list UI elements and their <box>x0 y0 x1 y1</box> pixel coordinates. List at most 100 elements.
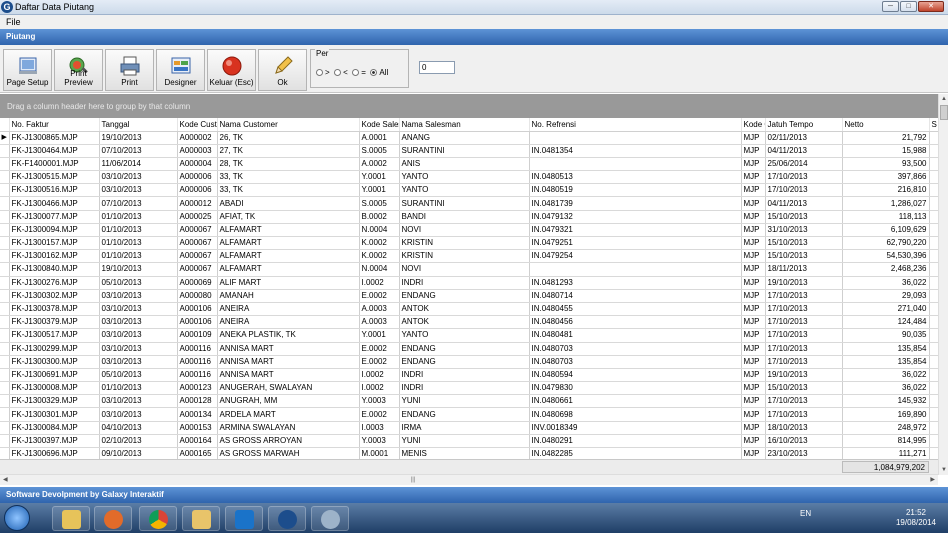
table-cell[interactable]: 05/10/2013 <box>99 368 178 383</box>
table-cell[interactable]: A000080 <box>177 289 218 303</box>
table-cell[interactable]: FK-J1300008.MJP <box>9 381 100 396</box>
tools-taskbar-icon[interactable] <box>311 506 349 531</box>
table-cell[interactable]: MJP <box>741 342 766 356</box>
table-cell[interactable]: A.0002 <box>359 157 400 172</box>
table-cell[interactable] <box>529 131 742 145</box>
table-row[interactable]: FK-J1300157.MJP 01/10/2013 A000067 ALFAMART… <box>0 236 938 251</box>
table-row[interactable]: FK-J1300464.MJP 07/10/2013 A000003 27, TK S.… <box>0 144 938 158</box>
table-cell[interactable]: 33, TK <box>217 170 360 185</box>
table-cell[interactable]: ALFAMART <box>217 249 360 264</box>
table-cell[interactable]: FK-J1300865.MJP <box>9 131 100 145</box>
table-cell[interactable]: ANNISA MART <box>217 355 360 369</box>
table-cell[interactable]: 02/11/2013 <box>765 131 843 145</box>
table-cell[interactable]: FK-J1300084.MJP <box>9 421 100 435</box>
table-row[interactable]: ▶ FK-J1300865.MJP 19/10/2013 A000002 26, TK A… <box>0 131 938 145</box>
menu-file[interactable]: File <box>6 17 21 27</box>
table-cell[interactable]: N.0004 <box>359 223 400 238</box>
table-cell[interactable]: A000006 <box>177 170 218 185</box>
table-cell[interactable]: 17/10/2013 <box>765 170 843 185</box>
table-cell[interactable]: MJP <box>741 381 766 396</box>
table-cell[interactable]: FK-J1300378.MJP <box>9 302 100 317</box>
maximize-button[interactable]: □ <box>900 1 917 12</box>
table-cell[interactable]: 15,988 <box>842 144 930 158</box>
vertical-scroll-thumb[interactable] <box>940 105 948 120</box>
table-cell[interactable]: ANNISA MART <box>217 342 360 356</box>
column-header[interactable]: Nama Customer <box>217 118 360 132</box>
table-cell[interactable]: MJP <box>741 355 766 369</box>
clock[interactable]: 21:52 19/08/2014 <box>896 508 936 528</box>
table-row[interactable]: FK-J1300516.MJP 03/10/2013 A000006 33, TK Y.… <box>0 183 938 198</box>
table-cell[interactable]: A.0003 <box>359 302 400 317</box>
table-cell[interactable]: ENDANG <box>399 289 530 303</box>
table-row[interactable]: FK-J1300077.MJP 01/10/2013 A000025 AFIAT, T… <box>0 210 938 224</box>
explorer-taskbar-icon[interactable] <box>52 506 90 531</box>
language-indicator[interactable]: EN <box>800 509 811 518</box>
table-cell[interactable]: INDRI <box>399 381 530 396</box>
table-cell[interactable]: 216,810 <box>842 183 930 198</box>
table-cell[interactable]: FK-F1400001.MJP <box>9 157 100 172</box>
scroll-down-icon[interactable]: ▼ <box>940 466 948 474</box>
table-cell[interactable]: A000067 <box>177 262 218 277</box>
table-cell[interactable]: A000116 <box>177 355 218 369</box>
table-cell[interactable]: MJP <box>741 407 766 422</box>
table-cell[interactable]: A000002 <box>177 131 218 145</box>
table-cell[interactable]: ARMINA SWALAYAN <box>217 421 360 435</box>
table-cell[interactable]: 19/10/2013 <box>765 276 843 290</box>
table-cell[interactable]: MJP <box>741 276 766 290</box>
table-cell[interactable]: A000116 <box>177 368 218 383</box>
table-cell[interactable]: 33, TK <box>217 183 360 198</box>
table-cell[interactable]: MJP <box>741 328 766 343</box>
table-cell[interactable]: MJP <box>741 262 766 277</box>
table-cell[interactable]: ARDELA MART <box>217 407 360 422</box>
table-cell[interactable]: BANDI <box>399 210 530 224</box>
table-cell[interactable]: 814,995 <box>842 434 930 449</box>
table-cell[interactable]: 135,854 <box>842 342 930 356</box>
chrome-taskbar-icon[interactable] <box>139 506 177 531</box>
table-cell[interactable]: 21,792 <box>842 131 930 145</box>
table-cell[interactable]: S.0005 <box>359 144 400 158</box>
column-header[interactable]: Jatuh Tempo <box>765 118 843 132</box>
table-cell[interactable]: ANANG <box>399 131 530 145</box>
page-setup-button[interactable]: Page Setup <box>3 49 52 91</box>
table-cell[interactable]: E.0002 <box>359 407 400 422</box>
table-cell[interactable]: MJP <box>741 131 766 145</box>
table-row[interactable]: FK-J1300378.MJP 03/10/2013 A000106 ANEIRA A.… <box>0 302 938 317</box>
table-cell[interactable]: S.0005 <box>359 196 400 211</box>
table-cell[interactable]: 124,484 <box>842 315 930 330</box>
column-header[interactable]: Kode Salesm <box>359 118 400 132</box>
table-cell[interactable]: MJP <box>741 157 766 172</box>
table-cell[interactable]: FK-J1300077.MJP <box>9 210 100 224</box>
table-cell[interactable]: A.0003 <box>359 315 400 330</box>
table-cell[interactable]: 26, TK <box>217 131 360 145</box>
table-cell[interactable]: A000067 <box>177 249 218 264</box>
table-cell[interactable]: 17/10/2013 <box>765 289 843 303</box>
table-cell[interactable]: A000128 <box>177 394 218 409</box>
column-header[interactable]: Nama Salesman <box>399 118 530 132</box>
table-row[interactable]: FK-J1300300.MJP 03/10/2013 A000116 ANNISA M… <box>0 355 938 369</box>
column-header[interactable]: S <box>929 118 938 132</box>
table-cell[interactable]: 15/10/2013 <box>765 210 843 224</box>
keluar-button[interactable]: Keluar (Esc) <box>207 49 256 91</box>
table-cell[interactable]: 01/10/2013 <box>99 236 178 251</box>
table-cell[interactable]: FK-J1300379.MJP <box>9 315 100 330</box>
table-cell[interactable]: 54,530,396 <box>842 249 930 264</box>
table-cell[interactable]: FK-J1300515.MJP <box>9 170 100 185</box>
table-cell[interactable]: INDRI <box>399 368 530 383</box>
table-cell[interactable]: MJP <box>741 183 766 198</box>
table-cell[interactable]: 2,468,236 <box>842 262 930 277</box>
table-cell[interactable]: A000025 <box>177 210 218 224</box>
table-cell[interactable]: A000004 <box>177 157 218 172</box>
table-cell[interactable]: 29,093 <box>842 289 930 303</box>
table-cell[interactable]: ENDANG <box>399 407 530 422</box>
table-cell[interactable]: IN.0481293 <box>529 276 742 290</box>
table-cell[interactable]: ALIF MART <box>217 276 360 290</box>
table-cell[interactable]: ANEIRA <box>217 315 360 330</box>
table-row[interactable]: FK-F1400001.MJP 11/06/2014 A000004 28, TK A.… <box>0 157 938 172</box>
table-cell[interactable]: E.0002 <box>359 355 400 369</box>
table-cell[interactable]: A000109 <box>177 328 218 343</box>
table-cell[interactable]: 03/10/2013 <box>99 315 178 330</box>
table-row[interactable]: FK-J1300691.MJP 05/10/2013 A000116 ANNISA M… <box>0 368 938 383</box>
table-cell[interactable]: 05/10/2013 <box>99 276 178 290</box>
table-cell[interactable]: ANUGERAH, SWALAYAN <box>217 381 360 396</box>
table-cell[interactable]: 17/10/2013 <box>765 355 843 369</box>
